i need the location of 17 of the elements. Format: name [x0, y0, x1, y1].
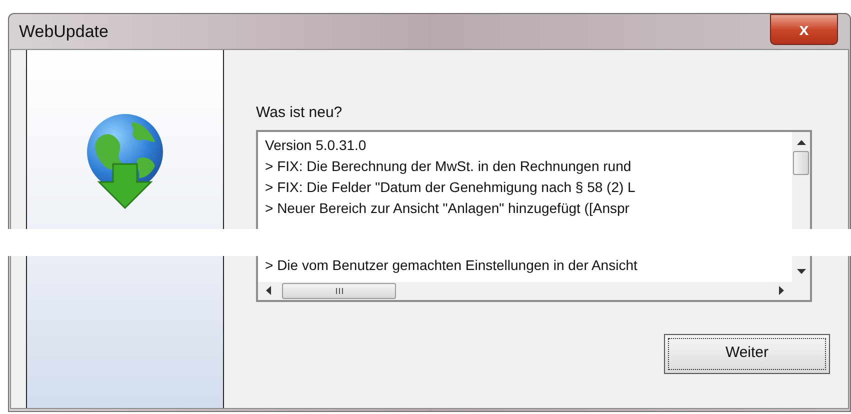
grip-icon: [336, 288, 342, 294]
scroll-up-icon[interactable]: [796, 140, 806, 144]
release-note-line: Version 5.0.31.0: [265, 136, 366, 154]
section-label: Was ist neu?: [256, 103, 344, 123]
scroll-right-icon[interactable]: [779, 286, 784, 295]
release-note-line: > FIX: Die Berechnung der MwSt. in den Rechnungen rund: [265, 156, 632, 176]
horizontal-scrollbar[interactable]: [258, 282, 810, 300]
release-note-line: > Die vom Benutzer gemachten Einstellungen in der Ansicht: [265, 256, 638, 275]
release-note-line: > Neuer Bereich zur Ansicht "Anlagen" hinzugefügt ([Anspr: [265, 198, 630, 218]
scrollbar-thumb[interactable]: [793, 150, 809, 174]
scroll-left-icon[interactable]: [266, 286, 271, 295]
scroll-down-icon[interactable]: [796, 268, 806, 274]
next-button[interactable]: Weiter: [664, 334, 830, 374]
release-note-line: > FIX: Die Felder "Datum der Genehmigung nach § 58 (2) L: [265, 178, 636, 197]
window-title: WebUpdate: [19, 20, 108, 43]
close-button[interactable]: x: [770, 14, 838, 45]
scrollbar-thumb[interactable]: [282, 282, 396, 298]
